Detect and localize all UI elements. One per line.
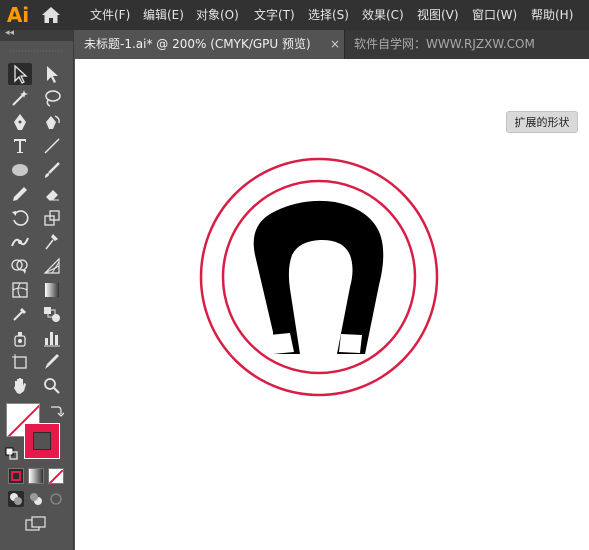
default-colors-icon[interactable] (5, 446, 19, 460)
menu-window[interactable]: 窗口(W) (472, 0, 517, 30)
collapse-icon[interactable]: ◂◂ (5, 28, 14, 38)
panel-grip[interactable] (0, 41, 73, 61)
stroke-swatch[interactable] (24, 423, 60, 459)
ellipse-tool-icon[interactable] (8, 159, 32, 181)
rotate-tool-icon[interactable] (8, 207, 32, 229)
shape-builder-tool-icon[interactable] (8, 255, 32, 277)
draw-normal-icon[interactable] (8, 491, 24, 507)
menu-object[interactable]: 对象(O) (196, 0, 239, 30)
scale-tool-icon[interactable] (40, 207, 64, 229)
zoom-tool-icon[interactable] (40, 375, 64, 397)
color-mode-button[interactable] (8, 468, 24, 484)
artboard-canvas[interactable]: 扩展的形状 (75, 59, 589, 550)
menu-effect[interactable]: 效果(C) (362, 0, 404, 30)
pen-tool-icon[interactable] (8, 111, 32, 133)
magnet-right-tip (339, 334, 362, 353)
slice-tool-icon[interactable] (40, 351, 64, 373)
eraser-tool-icon[interactable] (40, 183, 64, 205)
outer-ring (199, 157, 439, 397)
pencil-tool-icon[interactable] (8, 183, 32, 205)
home-icon[interactable] (40, 5, 62, 25)
hand-tool-icon[interactable] (8, 375, 32, 397)
line-segment-tool-icon[interactable] (40, 135, 64, 157)
puppet-warp-tool-icon[interactable] (40, 231, 64, 253)
magnet-left-tip (269, 333, 294, 354)
document-tab[interactable]: 未标题-1.ai* @ 200% (CMYK/GPU 预览) × (74, 30, 345, 59)
menu-select[interactable]: 选择(S) (308, 0, 349, 30)
menu-bar: Ai 文件(F) 编辑(E) 对象(O) 文字(T) 选择(S) 效果(C) 视… (0, 0, 589, 30)
width-tool-icon[interactable] (8, 231, 32, 253)
paintbrush-tool-icon[interactable] (40, 159, 64, 181)
curvature-tool-icon[interactable] (40, 111, 64, 133)
type-tool-icon[interactable] (8, 135, 32, 157)
menu-view[interactable]: 视图(V) (417, 0, 459, 30)
column-graph-tool-icon[interactable] (40, 327, 64, 349)
document-tab-label: 未标题-1.ai* @ 200% (CMYK/GPU 预览) (84, 37, 311, 51)
artboard-tool-icon[interactable] (8, 351, 32, 373)
gradient-mode-button[interactable] (28, 468, 44, 484)
perspective-grid-tool-icon[interactable] (40, 255, 64, 277)
tools-panel: ◂◂ (0, 28, 74, 550)
panel-header[interactable]: ◂◂ (0, 28, 73, 41)
mesh-tool-icon[interactable] (8, 279, 32, 301)
none-mode-button[interactable] (48, 468, 64, 484)
selection-tool-icon[interactable] (8, 63, 32, 85)
gradient-tool-icon[interactable] (40, 279, 64, 301)
app-logo: Ai (6, 3, 30, 27)
eyedropper-tool-icon[interactable] (8, 303, 32, 325)
magic-wand-tool-icon[interactable] (8, 87, 32, 109)
menu-file[interactable]: 文件(F) (90, 0, 130, 30)
expand-shape-button[interactable]: 扩展的形状 (506, 111, 578, 133)
draw-behind-icon[interactable] (28, 491, 44, 507)
document-tab-bar: 未标题-1.ai* @ 200% (CMYK/GPU 预览) × 软件自学网：W… (74, 30, 589, 59)
draw-inside-icon[interactable] (48, 491, 64, 507)
menu-help[interactable]: 帮助(H) (531, 0, 573, 30)
swap-fill-stroke-icon[interactable] (48, 403, 65, 419)
close-icon[interactable]: × (330, 30, 340, 59)
blend-tool-icon[interactable] (40, 303, 64, 325)
symbol-sprayer-tool-icon[interactable] (8, 327, 32, 349)
menu-type[interactable]: 文字(T) (254, 0, 295, 30)
magnet-shape (253, 200, 384, 354)
watermark-text: 软件自学网：WWW.RJZXW.COM (354, 37, 535, 51)
menu-edit[interactable]: 编辑(E) (143, 0, 184, 30)
screen-mode-icon[interactable] (24, 515, 48, 533)
lasso-tool-icon[interactable] (40, 87, 64, 109)
direct-selection-tool-icon[interactable] (40, 63, 64, 85)
